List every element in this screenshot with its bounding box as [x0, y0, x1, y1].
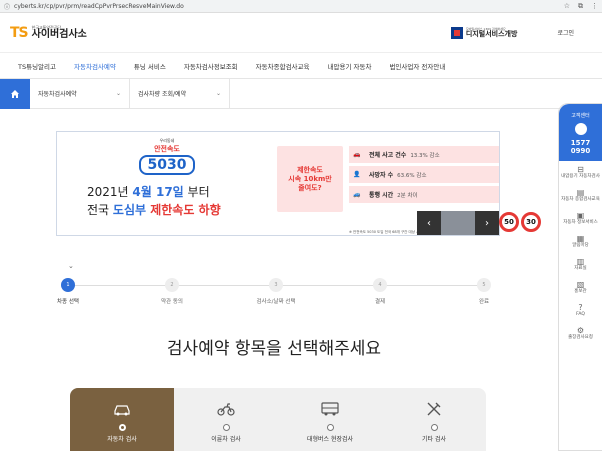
- logo-title: 사이버검사소: [31, 28, 87, 40]
- home-icon: [11, 89, 19, 98]
- sub-nav: 자동차검사예약 ⌄ 검사차량 조회/예약 ⌄: [0, 78, 602, 109]
- digital-service-icon: [450, 26, 463, 39]
- quick-menu: 고객센터 1577 0990 ⊟ 내압용기 자동차검사 ▤ 자동차 종합검사교육 ▣…: [558, 103, 602, 451]
- speed-reduction-box: 제한속도 시속 10km만 줄여도?: [277, 146, 343, 212]
- card-car-inspection[interactable]: 자동차 검사: [70, 388, 174, 451]
- step-1: 1 차종 선택: [38, 278, 98, 305]
- quick-item-archive[interactable]: ▥ 자료실: [559, 253, 602, 276]
- tools-icon: [427, 402, 441, 416]
- radio-other[interactable]: [430, 424, 438, 431]
- car-crash-icon: 🚗: [353, 151, 361, 158]
- address-bar[interactable]: ⓘ cyberts.kr/cp/pvr/prm/readCpPvrPrsecRe…: [0, 0, 602, 13]
- quick-item-faq[interactable]: ? FAQ: [559, 299, 602, 322]
- menu-icon[interactable]: ⋮: [591, 2, 598, 11]
- progress-steps: 1 차종 선택 2 약관 동의 3 검사소/날짜 선택 4 결제 5 완료: [20, 268, 520, 308]
- stat-row: 🚗 전체 사고 건수 13.3% 감소: [349, 146, 499, 164]
- page-heading: 검사예약 항목을 선택해주세요: [166, 339, 382, 359]
- gnb-item-inspection-education[interactable]: 자동차종합검사교육: [256, 61, 310, 71]
- quick-item-visit[interactable]: ⚙ 출장검사요청: [559, 322, 602, 345]
- gnb-item-business[interactable]: 법인사업자 전자안내: [389, 61, 445, 71]
- customer-center[interactable]: 고객센터 1577 0990: [559, 104, 602, 161]
- info-service-icon: ▣: [576, 211, 585, 220]
- url-text[interactable]: cyberts.kr/cp/pvr/prm/readCpPvrPrsecResv…: [14, 3, 564, 10]
- next-slide-button[interactable]: ›: [475, 211, 499, 235]
- quick-item-info[interactable]: ▣ 자동차 정보서비스: [559, 207, 602, 230]
- gnb-item-pressure-vessel[interactable]: 내압용기 자동차: [328, 61, 372, 71]
- gnb-item-inspection-info[interactable]: 자동차검사정보조회: [184, 61, 238, 71]
- motorcycle-icon: [217, 403, 235, 416]
- education-icon: ▤: [576, 188, 585, 197]
- step-5: 5 완료: [454, 278, 514, 305]
- step-2: 2 약관 동의: [142, 278, 202, 305]
- banner-stats: 🚗 전체 사고 건수 13.3% 감소 👤 사망자 수 63.6% 감소 🚙 통행 시간 2…: [349, 146, 541, 234]
- stat-row: 🚙 통행 시간 2분 차이: [349, 186, 499, 204]
- pause-slide-button[interactable]: [441, 211, 475, 235]
- promo-icon: ▧: [576, 280, 585, 289]
- ts-logo-icon: TS: [10, 24, 29, 41]
- chevron-down-icon: ⌄: [115, 90, 121, 97]
- banner-headline-1: 2021년 4월 17일 부터: [87, 185, 210, 199]
- extensions-icon[interactable]: ⧉: [578, 2, 583, 11]
- archive-icon: ▥: [576, 257, 585, 266]
- card-motorcycle-inspection[interactable]: 이륜차 검사: [174, 388, 278, 451]
- quick-item-education[interactable]: ▤ 자동차 종합검사교육: [559, 184, 602, 207]
- vessel-icon: ⊟: [577, 165, 584, 174]
- card-bus-inspection[interactable]: 대형버스 현장검사: [278, 388, 382, 451]
- radio-motorcycle[interactable]: [222, 424, 230, 431]
- radio-bus[interactable]: [326, 424, 334, 431]
- site-header: TS 한국교통안전공단 사이버검사소 모바일서비스 1369 검색하세요 디지털…: [0, 13, 602, 53]
- visit-icon: ⚙: [576, 326, 585, 335]
- radio-car[interactable]: [118, 424, 126, 431]
- stat-row: 👤 사망자 수 63.6% 감소: [349, 166, 499, 184]
- menu-select-2[interactable]: 검사차량 조회/예약 ⌄: [130, 78, 230, 109]
- speed-sign-30-icon: 30: [521, 212, 541, 232]
- chevron-down-icon: ⌄: [215, 90, 221, 97]
- phone-icon: [574, 123, 587, 135]
- traffic-icon: 🚙: [353, 191, 361, 198]
- notice-icon: ▦: [576, 234, 585, 243]
- quick-item-notice[interactable]: ▦ 알림마당: [559, 230, 602, 253]
- safe-speed-logo: 우리동네 안전속도 5030: [133, 138, 201, 178]
- step-3: 3 검사소/날짜 선택: [246, 278, 306, 305]
- digital-service-banner[interactable]: 모바일서비스 1369 검색하세요 디지털서비스개방: [450, 26, 517, 39]
- gnb-item-inspection-reservation[interactable]: 자동차검사예약: [74, 61, 116, 71]
- login-link[interactable]: 로그인: [557, 28, 574, 37]
- card-other-inspection[interactable]: 기타 검사: [382, 388, 486, 451]
- info-icon[interactable]: ⓘ: [4, 2, 10, 11]
- bookmark-star-icon[interactable]: ☆: [564, 2, 570, 11]
- menu-select-1[interactable]: 자동차검사예약 ⌄: [30, 78, 130, 109]
- banner-controls: ‹ ›: [417, 211, 499, 235]
- car-icon: [114, 405, 130, 416]
- inspection-type-cards: 자동차 검사 이륜차 검사 대형버스 현장검사 기타 검사: [70, 388, 486, 451]
- banner-headline-2: 전국 도심부 제한속도 하향: [87, 203, 221, 217]
- home-button[interactable]: [0, 78, 30, 109]
- faq-icon: ?: [578, 303, 583, 312]
- prev-slide-button[interactable]: ‹: [417, 211, 441, 235]
- gnb-item-tuning-notify[interactable]: TS튜닝알리고: [18, 61, 56, 71]
- speed-sign-50-icon: 50: [499, 212, 519, 232]
- promo-banner[interactable]: 우리동네 안전속도 5030 2021년 4월 17일 부터 전국 도심부 제한…: [56, 131, 541, 236]
- person-icon: 👤: [353, 171, 361, 178]
- quick-item-pressure-vessel[interactable]: ⊟ 내압용기 자동차검사: [559, 161, 602, 184]
- quick-item-promo[interactable]: ▧ 홍보관: [559, 276, 602, 299]
- gnb-item-tuning-service[interactable]: 튜닝 서비스: [134, 61, 166, 71]
- global-nav: TS튜닝알리고 자동차검사예약 튜닝 서비스 자동차검사정보조회 자동차종합검사…: [0, 53, 602, 79]
- step-4: 4 결제: [350, 278, 410, 305]
- site-logo[interactable]: TS 한국교통안전공단 사이버검사소: [10, 25, 87, 41]
- bus-icon: [321, 402, 339, 416]
